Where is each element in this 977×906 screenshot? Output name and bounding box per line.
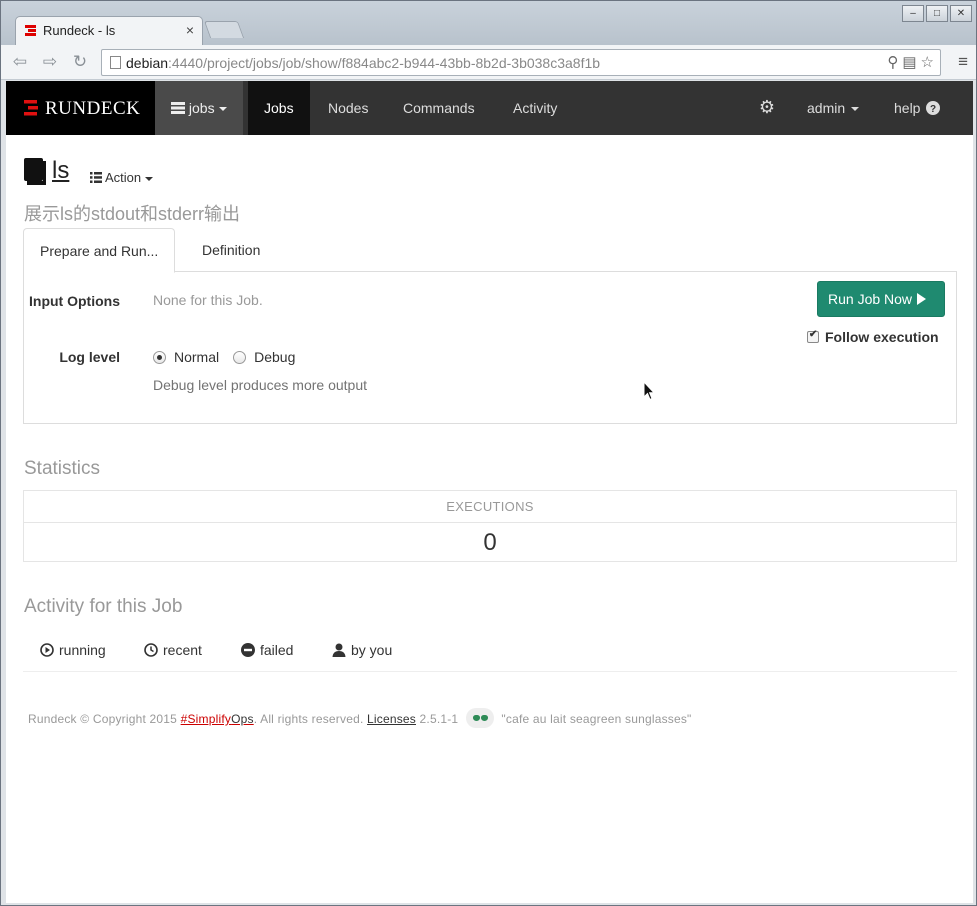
radio-normal-label[interactable]: Normal [174,349,219,365]
mouse-cursor-icon [643,381,655,401]
activity-tab-recent[interactable]: recent [144,628,202,672]
footer-codename: "cafe au lait seagreen sunglasses" [501,712,692,726]
executions-header: EXECUTIONS [24,491,956,523]
minus-circle-icon [241,643,255,657]
project-dropdown[interactable]: jobs [155,81,243,135]
help-label: help [894,100,921,116]
address-bar-actions: ⚲ ▤ ☆ [887,53,934,71]
activity-tabs: running recent failed by you [23,628,957,672]
reload-icon[interactable]: ↻ [69,51,91,73]
address-bar[interactable]: debian:4440/project/jobs/job/show/f884ab… [101,49,941,76]
executions-count: 0 [483,529,497,556]
maximize-button[interactable]: □ [926,5,948,22]
footer: Rundeck © Copyright 2015 #SimplifyOps. A… [28,708,692,728]
browser-tab[interactable]: Rundeck - ls × [15,16,203,45]
play-icon [917,293,927,305]
clock-icon [144,643,158,657]
nav-activity[interactable]: Activity [497,81,573,135]
window-controls: – □ ✕ [902,5,972,22]
translate-icon[interactable]: ▤ [902,53,916,71]
help-menu[interactable]: help ? [878,81,956,135]
user-icon [332,643,346,657]
play-circle-icon [40,643,54,657]
follow-execution[interactable]: Follow execution [807,329,939,345]
chevron-down-icon [218,107,227,112]
browser-toolbar: ⇦ ⇨ ↻ debian:4440/project/jobs/job/show/… [1,45,976,80]
run-job-now-button[interactable]: Run Job Now [817,281,945,317]
question-circle-icon: ? [926,101,941,115]
list-icon [90,172,102,183]
new-tab-button[interactable] [203,21,245,38]
run-panel: Input Options None for this Job. Log lev… [23,272,957,424]
forward-arrow-icon[interactable]: ⇨ [39,51,61,73]
browser-window: Rundeck - ls × – □ ✕ ⇦ ⇨ ↻ debian:4440/p… [0,0,977,906]
rundeck-favicon-icon [25,25,36,36]
nav-commands[interactable]: Commands [387,81,491,135]
rundeck-logo-icon [24,100,38,116]
page-icon [110,56,121,69]
browser-titlebar: Rundeck - ls × – □ ✕ [1,1,976,45]
job-description: 展示ls的stdout和stderr输出 [24,204,241,224]
activity-tab-by-you[interactable]: by you [332,628,392,672]
browser-menu-icon[interactable]: ≡ [958,52,968,72]
input-options-value: None for this Job. [153,292,263,308]
tab-title: Rundeck - ls [43,23,116,38]
input-options-label: Input Options [29,293,120,309]
zoom-search-icon[interactable]: ⚲ [887,53,898,71]
chevron-down-icon [851,107,860,112]
server-icon [171,102,185,114]
rundeck-navbar: RUNDECK jobs Jobs Nodes Commands Activit… [6,81,973,135]
follow-execution-checkbox[interactable] [807,329,819,343]
tab-close-icon[interactable]: × [186,22,194,38]
action-label: Action [105,170,142,185]
radio-debug-label[interactable]: Debug [254,349,295,365]
nav-nodes[interactable]: Nodes [312,81,384,135]
radio-normal[interactable] [153,350,166,364]
gear-icon[interactable]: ⚙ [756,96,778,118]
nav-jobs[interactable]: Jobs [248,81,310,135]
run-button-label: Run Job Now [828,291,913,307]
log-level-radios: Normal Debug [153,349,295,365]
job-name[interactable]: ls [52,157,69,185]
svg-text:?: ? [930,104,936,115]
user-name: admin [807,100,846,116]
tab-definition[interactable]: Definition [186,228,276,272]
address-url: debian:4440/project/jobs/job/show/f884ab… [126,55,601,71]
back-arrow-icon[interactable]: ⇦ [9,51,31,73]
action-dropdown[interactable]: Action [90,170,154,185]
footer-copyright: Rundeck © Copyright 2015 [28,712,178,726]
statistics-heading: Statistics [24,458,101,479]
log-level-label: Log level [59,349,120,365]
sunglasses-icon [465,708,494,728]
activity-tab-running[interactable]: running [40,628,106,672]
radio-debug[interactable] [233,350,247,364]
user-menu[interactable]: admin [791,81,875,135]
tab-prepare-and-run[interactable]: Prepare and Run... [23,228,176,273]
log-level-help: Debug level produces more output [153,377,368,393]
follow-execution-label: Follow execution [825,329,939,345]
page-viewport: RUNDECK jobs Jobs Nodes Commands Activit… [6,81,973,903]
statistics-table: EXECUTIONS 0 [23,490,957,562]
footer-version: 2.5.1-1 [419,712,459,726]
activity-tab-failed[interactable]: failed [241,628,293,672]
simplify-ops-link[interactable]: #SimplifyOps [181,712,254,726]
job-tabs: Prepare and Run... Definition [23,228,957,273]
project-name: jobs [188,100,215,116]
chevron-down-icon [145,176,154,181]
book-icon [24,158,46,185]
footer-rights: . All rights reserved. [253,712,364,726]
minimize-button[interactable]: – [902,5,924,22]
brand[interactable]: RUNDECK [6,81,155,135]
activity-heading: Activity for this Job [24,596,183,617]
licenses-link[interactable]: Licenses [367,712,416,726]
brand-text: RUNDECK [45,98,141,119]
close-window-button[interactable]: ✕ [950,5,972,22]
bookmark-star-icon[interactable]: ☆ [921,53,934,71]
